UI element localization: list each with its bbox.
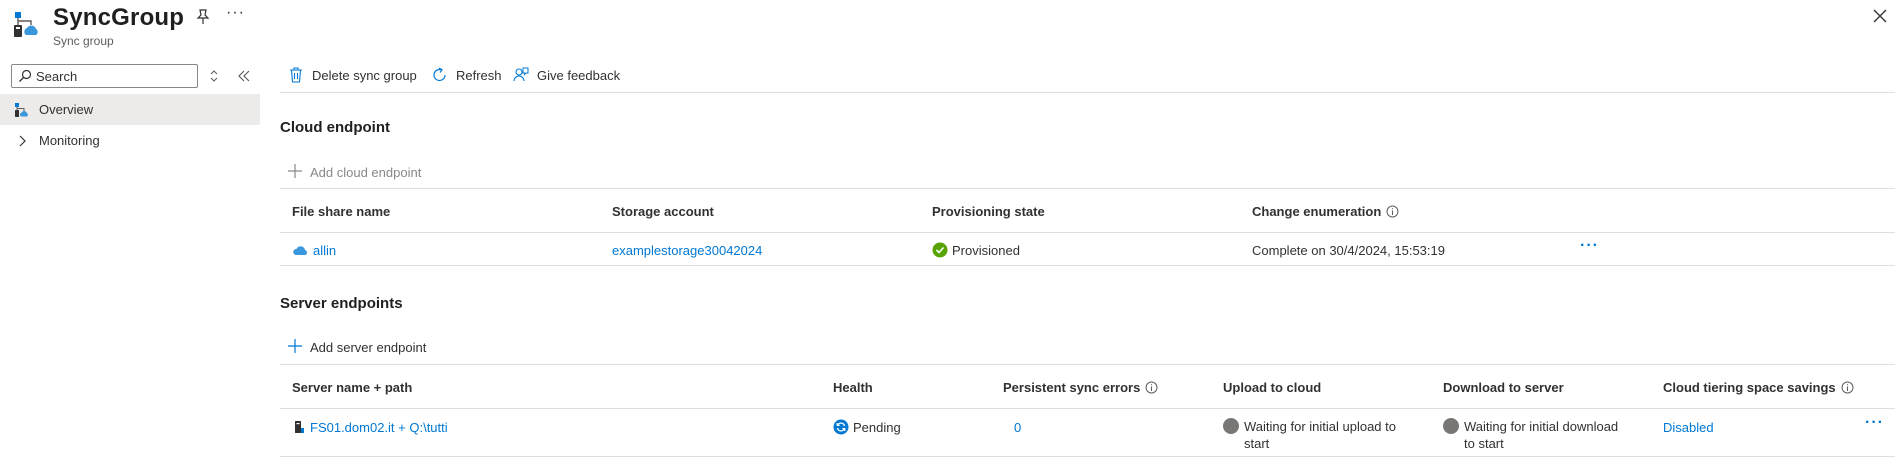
give-feedback-button[interactable]: Give feedback [513,65,623,85]
page-title: SyncGroup [53,4,185,31]
close-icon[interactable] [1872,8,1888,24]
grid-divider [280,364,1895,365]
column-header-cloud-tiering-savings: Cloud tiering space savings [1663,380,1854,395]
grid-divider [280,232,1895,233]
sidebar-item-monitoring[interactable]: Monitoring [0,125,260,156]
refresh-button[interactable]: Refresh [432,65,504,85]
column-header-file-share-name: File share name [292,204,391,219]
sort-icon[interactable] [208,68,220,84]
column-header-provisioning-state: Provisioning state [932,204,1045,219]
column-header-server-name-path: Server name + path [292,380,413,395]
row-more-options-icon[interactable]: ··· [1865,414,1884,432]
sync-pending-icon [833,419,849,435]
row-more-options-icon[interactable]: ··· [1580,237,1599,255]
main-content: Delete sync group Refresh Give feedback … [280,56,1895,471]
pin-icon[interactable] [194,8,212,26]
resource-menu: Overview Monitoring [0,56,260,471]
search-icon [19,69,32,82]
delete-sync-group-button[interactable]: Delete sync group [288,65,423,85]
trash-icon [290,67,302,83]
cloud-file-share-icon [293,246,307,255]
grid-divider [280,188,1895,189]
column-header-storage-account: Storage account [612,204,714,219]
column-header-health: Health [833,380,873,395]
sync-group-icon [15,103,28,117]
search-box[interactable] [11,64,198,88]
add-cloud-endpoint-button: Add cloud endpoint [287,163,437,183]
column-header-upload-to-cloud: Upload to cloud [1223,380,1322,395]
server-icon [295,421,304,433]
upload-status: Waiting for initial upload to start [1244,419,1396,451]
provisioning-state: Provisioned [932,242,1020,258]
add-server-endpoint-button[interactable]: Add server endpoint [287,338,437,358]
info-icon[interactable] [1145,381,1158,394]
server-endpoints-heading: Server endpoints [280,295,403,312]
refresh-icon [433,67,446,82]
status-unknown-icon [1443,418,1459,434]
page-subtitle: Sync group [53,34,114,48]
storage-account-link[interactable]: examplestorage30042024 [612,243,762,258]
search-input[interactable] [36,67,191,85]
column-header-change-enumeration: Change enumeration [1252,204,1399,219]
more-options-icon[interactable]: ··· [226,4,245,22]
blade-header: SyncGroup Sync group ··· [0,0,1900,56]
status-unknown-icon [1223,418,1239,434]
server-path-link[interactable]: FS01.dom02.it + Q:\tutti [292,420,448,435]
grid-divider [280,408,1895,409]
grid-divider [280,456,1895,457]
info-icon[interactable] [1841,381,1854,394]
sidebar-item-label: Overview [39,102,94,117]
info-icon[interactable] [1386,205,1399,218]
sidebar-item-overview[interactable]: Overview [0,94,260,125]
command-bar: Delete sync group Refresh Give feedback [280,56,1895,93]
persistent-sync-errors-link[interactable]: 0 [1014,420,1021,435]
download-status: Waiting for initial download to start [1464,419,1619,451]
plus-icon [288,164,302,178]
file-share-link[interactable]: allin [292,243,336,258]
cloud-tiering-link[interactable]: Disabled [1663,420,1714,435]
grid-divider [280,265,1895,266]
success-check-icon [932,242,948,258]
column-header-download-to-server: Download to server [1443,380,1564,395]
feedback-icon [513,67,529,82]
collapse-menu-icon[interactable] [236,68,252,84]
change-enumeration-value: Complete on 30/4/2024, 15:53:19 [1252,243,1445,258]
plus-icon [288,339,302,353]
chevron-right-icon[interactable] [14,133,30,149]
sync-group-icon [14,12,38,37]
cloud-endpoint-heading: Cloud endpoint [280,119,390,136]
sidebar-item-label: Monitoring [39,133,100,148]
column-header-persistent-sync-errors: Persistent sync errors [1003,380,1158,395]
health-status: Pending [833,419,901,435]
